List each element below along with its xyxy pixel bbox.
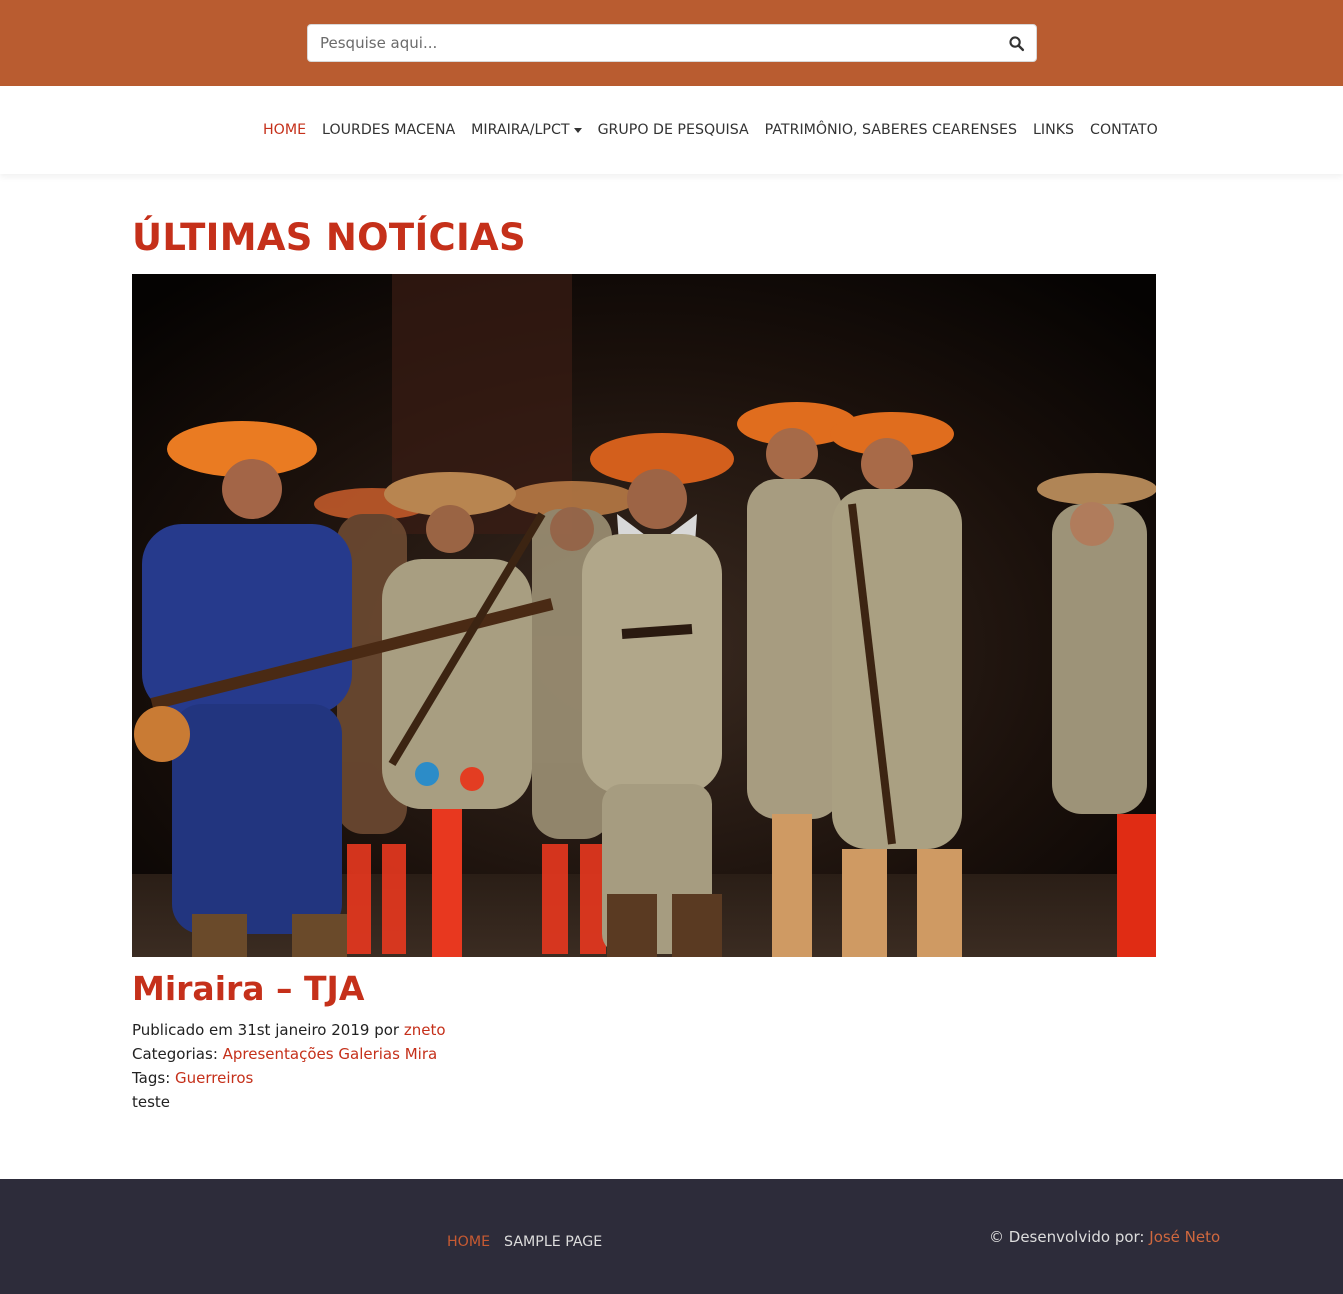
nav-item-label: PATRIMÔNIO, SABERES CEARENSES xyxy=(764,122,1018,138)
nav-item-links[interactable]: LINKS xyxy=(1033,122,1074,138)
footer-nav-sample-page[interactable]: SAMPLE PAGE xyxy=(504,1234,602,1250)
post-meta-published: Publicado em 31st janeiro 2019 por zneto xyxy=(132,1020,446,1040)
footer-credit: © Desenvolvido por: José Neto xyxy=(989,1228,1220,1246)
post-featured-image[interactable] xyxy=(132,274,1156,957)
published-text: Publicado em 31st janeiro 2019 por xyxy=(132,1021,404,1039)
nav-item-patrimonio[interactable]: PATRIMÔNIO, SABERES CEARENSES xyxy=(765,122,1017,138)
nav-item-label: LINKS xyxy=(1033,122,1075,138)
nav-item-contato[interactable]: CONTATO xyxy=(1090,122,1158,138)
nav-item-lourdes-macena[interactable]: LOURDES MACENA xyxy=(322,122,455,138)
post-author-link[interactable]: zneto xyxy=(404,1021,446,1039)
nav-item-label: GRUPO DE PESQUISA xyxy=(597,122,749,138)
main-navbar: HOME LOURDES MACENA MIRAIRA/LPCT GRUPO D… xyxy=(0,86,1343,174)
nav-item-home[interactable]: HOME xyxy=(263,122,306,138)
nav-item-label: LOURDES MACENA xyxy=(322,122,456,138)
search-icon xyxy=(1008,35,1024,51)
post-meta-categories: Categorias: Apresentações Galerias Mira xyxy=(132,1044,437,1064)
footer-menu: HOME SAMPLE PAGE xyxy=(447,1234,616,1250)
post-excerpt: teste xyxy=(132,1093,171,1111)
category-link[interactable]: Apresentações xyxy=(223,1045,334,1063)
nav-item-label: CONTATO xyxy=(1090,122,1158,138)
nav-item-label: MIRAIRA/LPCT xyxy=(471,122,570,138)
categories-label: Categorias: xyxy=(132,1045,223,1063)
post-meta-tags: Tags: Guerreiros xyxy=(132,1068,253,1088)
caret-down-icon xyxy=(573,128,582,133)
theater-performance-photo xyxy=(132,274,1156,957)
site-footer: HOME SAMPLE PAGE © Desenvolvido por: Jos… xyxy=(0,1179,1343,1294)
top-search-bar xyxy=(0,0,1343,86)
category-link[interactable]: Mira xyxy=(405,1045,437,1063)
credit-text: © Desenvolvido por: xyxy=(989,1228,1150,1246)
search-input[interactable] xyxy=(308,25,988,61)
nav-item-grupo-de-pesquisa[interactable]: GRUPO DE PESQUISA xyxy=(598,122,749,138)
credit-author-link[interactable]: José Neto xyxy=(1149,1228,1220,1246)
search-button[interactable] xyxy=(1002,30,1030,56)
main-menu: HOME LOURDES MACENA MIRAIRA/LPCT GRUPO D… xyxy=(263,86,1174,174)
nav-item-miraira-lpct[interactable]: MIRAIRA/LPCT xyxy=(471,122,582,138)
section-title: ÚLTIMAS NOTÍCIAS xyxy=(132,216,526,259)
search-box xyxy=(307,24,1037,62)
tag-link[interactable]: Guerreiros xyxy=(175,1069,253,1087)
footer-nav-home[interactable]: HOME xyxy=(447,1234,490,1250)
nav-item-label: HOME xyxy=(263,122,307,138)
tags-label: Tags: xyxy=(132,1069,176,1087)
post-title-link[interactable]: Miraira – TJA xyxy=(132,969,364,1008)
category-link[interactable]: Galerias xyxy=(338,1045,400,1063)
